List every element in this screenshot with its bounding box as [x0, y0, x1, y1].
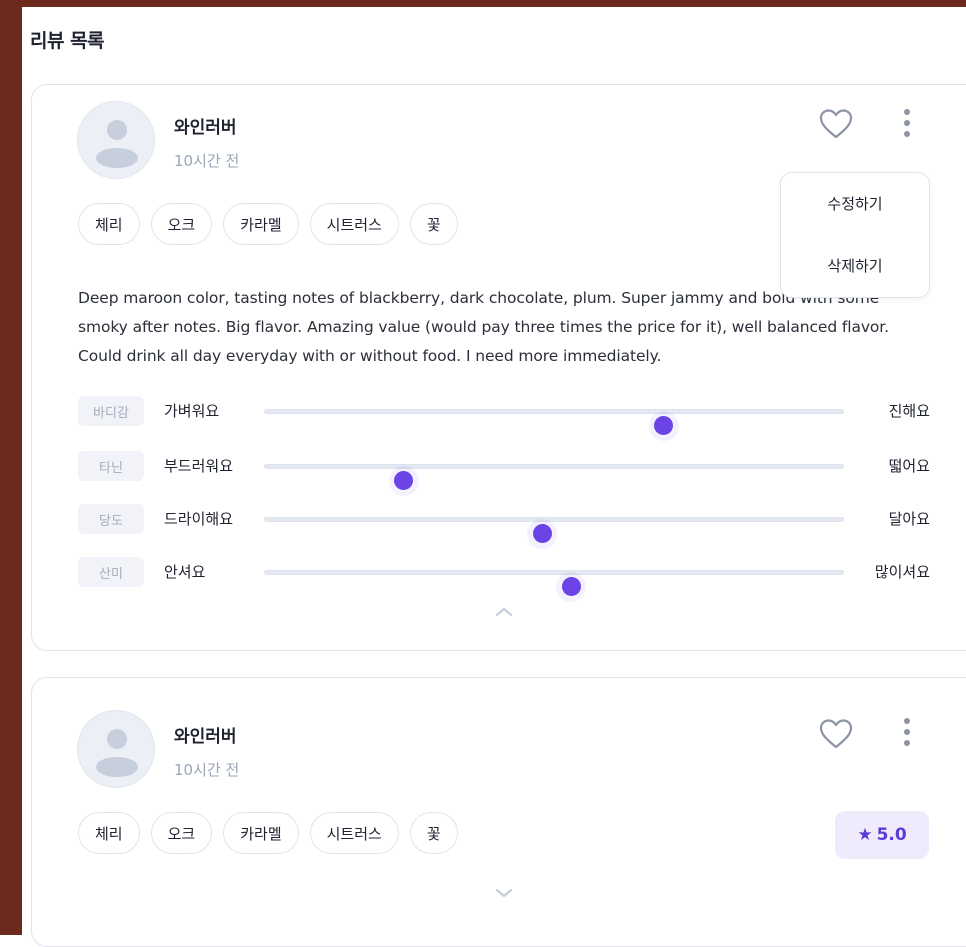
flavor-tag[interactable]: 꽃: [409, 203, 458, 245]
taste-slider-row: 산미 안셔요 많이셔요: [78, 557, 930, 602]
taste-slider-row: 타닌 부드러워요 떫어요: [78, 451, 930, 496]
flavor-tag[interactable]: 꽃: [409, 812, 458, 854]
taste-chip: 타닌: [78, 451, 144, 481]
review-time: 10시간 전: [174, 152, 240, 170]
taste-track: [264, 464, 844, 496]
flavor-tags: 체리 오크 카라멜 시트러스 꽃: [78, 203, 458, 245]
taste-chip: 산미: [78, 557, 144, 587]
taste-chip: 당도: [78, 504, 144, 534]
user-avatar-icon: [77, 710, 155, 788]
review-username: 와인러버: [174, 118, 237, 138]
taste-chip: 바디감: [78, 396, 144, 426]
flavor-tag[interactable]: 오크: [150, 812, 213, 854]
taste-high-label: 많이셔요: [874, 563, 930, 581]
taste-knob[interactable]: [532, 524, 552, 543]
flavor-tag[interactable]: 오크: [150, 203, 213, 245]
taste-high-label: 떫어요: [888, 457, 930, 475]
taste-track: [264, 409, 844, 441]
chevron-down-icon[interactable]: [493, 886, 515, 900]
review-username: 와인러버: [174, 727, 237, 747]
user-avatar-icon: [77, 101, 155, 179]
window-frame-left: [0, 0, 22, 935]
review-card: 와인러버 10시간 전 체리 오크 카라멜 시트러스 꽃 ★ 5.0: [31, 677, 966, 947]
taste-track: [264, 570, 844, 602]
taste-track: [264, 517, 844, 549]
taste-low-label: 가벼워요: [164, 402, 220, 420]
flavor-tag[interactable]: 체리: [78, 203, 140, 245]
heart-icon[interactable]: [818, 718, 854, 750]
taste-high-label: 진해요: [888, 402, 930, 420]
taste-high-label: 달아요: [888, 510, 930, 528]
review-card: 와인러버 10시간 전 체리 오크 카라멜 시트러스 꽃 수정하기 삭제하기 D…: [31, 84, 966, 651]
edit-menu-item[interactable]: 수정하기: [781, 193, 929, 214]
flavor-tag[interactable]: 체리: [78, 812, 140, 854]
flavor-tag[interactable]: 시트러스: [309, 812, 399, 854]
review-time: 10시간 전: [174, 761, 240, 779]
rating-badge: ★ 5.0: [835, 811, 929, 859]
review-options-menu: 수정하기 삭제하기: [780, 172, 930, 298]
flavor-tag[interactable]: 시트러스: [309, 203, 399, 245]
review-text: Deep maroon color, tasting notes of blac…: [78, 289, 889, 365]
taste-knob[interactable]: [561, 577, 581, 596]
rating-value: 5.0: [876, 825, 907, 845]
window-frame-top: [0, 0, 966, 7]
taste-slider-row: 당도 드라이해요 달아요: [78, 504, 930, 549]
flavor-tags: 체리 오크 카라멜 시트러스 꽃: [78, 812, 458, 854]
heart-icon[interactable]: [818, 108, 854, 140]
taste-low-label: 부드러워요: [164, 457, 234, 475]
chevron-up-icon[interactable]: [493, 605, 515, 619]
delete-menu-item[interactable]: 삭제하기: [781, 255, 929, 276]
section-title: 리뷰 목록: [30, 30, 105, 52]
star-icon: ★: [857, 825, 873, 845]
more-vertical-icon[interactable]: [900, 109, 914, 145]
taste-low-label: 안셔요: [164, 563, 206, 581]
more-vertical-icon[interactable]: [900, 718, 914, 754]
taste-slider-row: 바디감 가벼워요 진해요: [78, 396, 930, 441]
flavor-tag[interactable]: 카라멜: [223, 812, 299, 854]
taste-low-label: 드라이해요: [164, 510, 234, 528]
flavor-tag[interactable]: 카라멜: [223, 203, 299, 245]
